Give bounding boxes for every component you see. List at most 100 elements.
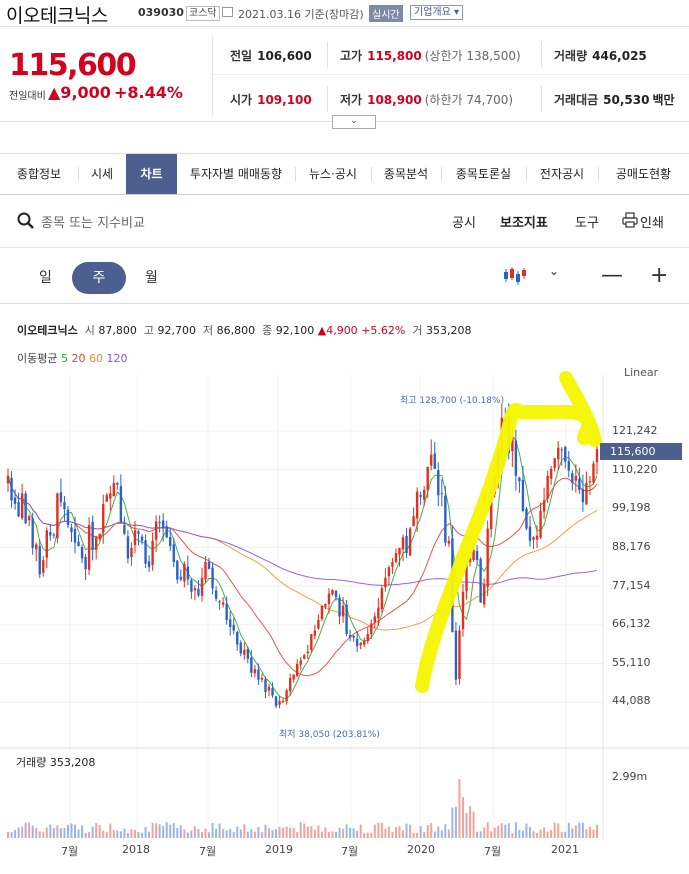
candle-body bbox=[281, 700, 285, 703]
candle-body bbox=[70, 527, 73, 533]
volume-bar bbox=[211, 822, 214, 838]
volume-bar bbox=[342, 829, 345, 838]
candle-body bbox=[535, 535, 539, 540]
candle-body bbox=[595, 449, 599, 463]
candle-body bbox=[285, 690, 288, 702]
candle-body bbox=[214, 590, 218, 599]
volume-tick: 2.99m bbox=[612, 770, 648, 783]
candle-body bbox=[405, 535, 408, 554]
volume-bar bbox=[514, 822, 517, 838]
candle-body bbox=[17, 501, 20, 517]
volume-bar bbox=[155, 823, 158, 838]
y-tick-label: 88,176 bbox=[612, 540, 651, 553]
scale-selector[interactable]: Linear bbox=[624, 366, 658, 379]
candle-body bbox=[355, 638, 359, 647]
candle-body bbox=[514, 440, 518, 476]
candle-body bbox=[528, 526, 532, 541]
candle-body bbox=[377, 607, 380, 619]
candle-body bbox=[218, 601, 221, 603]
candle-body bbox=[567, 461, 570, 471]
candle-body bbox=[581, 488, 585, 503]
candle-body bbox=[539, 510, 542, 538]
volume-bar bbox=[264, 824, 267, 838]
candle-body bbox=[419, 495, 422, 497]
candle-body bbox=[574, 475, 578, 481]
volume-bar bbox=[440, 830, 443, 838]
candle-body bbox=[592, 463, 595, 483]
candle-body bbox=[84, 557, 87, 569]
candle-body bbox=[557, 447, 560, 460]
volume-bar bbox=[98, 825, 101, 838]
candle-body bbox=[176, 560, 179, 580]
volume-bar bbox=[179, 825, 182, 838]
volume-bar bbox=[419, 826, 422, 838]
volume-bar bbox=[49, 824, 52, 838]
volume-bar bbox=[95, 823, 98, 838]
candle-body bbox=[486, 528, 489, 588]
volume-bar bbox=[588, 826, 591, 838]
candle-body bbox=[345, 604, 348, 635]
volume-bar bbox=[433, 831, 436, 838]
candle-body bbox=[341, 605, 345, 617]
volume-bar bbox=[363, 833, 366, 838]
candle-body bbox=[197, 588, 200, 596]
candle-body bbox=[549, 468, 553, 479]
volume-bar bbox=[490, 831, 493, 838]
volume-bar bbox=[190, 830, 193, 838]
volume-bar bbox=[518, 829, 521, 838]
candle-body bbox=[578, 478, 581, 490]
volume-bar bbox=[373, 824, 376, 838]
candle-body bbox=[384, 577, 387, 588]
volume-bar bbox=[250, 829, 253, 838]
volume-bar bbox=[66, 824, 69, 838]
candle-body bbox=[454, 630, 458, 680]
volume-bar bbox=[465, 813, 468, 838]
volume-bar bbox=[260, 832, 263, 838]
candle-body bbox=[458, 630, 461, 679]
volume-bar bbox=[278, 827, 281, 838]
candle-body bbox=[13, 497, 17, 504]
candle-body bbox=[317, 619, 320, 629]
candle-body bbox=[73, 529, 77, 543]
candle-body bbox=[447, 540, 451, 544]
y-tick-label: 55,110 bbox=[612, 656, 651, 669]
candle-body bbox=[518, 477, 521, 482]
candle-body bbox=[109, 493, 112, 499]
price-chart[interactable] bbox=[0, 0, 689, 874]
volume-bar bbox=[581, 822, 584, 838]
candle-body bbox=[225, 603, 228, 620]
y-tick-label: 66,132 bbox=[612, 617, 651, 630]
candle-body bbox=[102, 503, 105, 533]
volume-bar bbox=[148, 831, 151, 838]
volume-bar bbox=[186, 832, 189, 838]
volume-bar bbox=[525, 823, 528, 838]
candle-body bbox=[49, 532, 52, 536]
candle-body bbox=[20, 493, 24, 519]
candle-body bbox=[183, 563, 186, 582]
x-tick-label: 2019 bbox=[265, 843, 293, 856]
candle-body bbox=[320, 605, 324, 619]
candle-body bbox=[91, 521, 94, 550]
volume-bar bbox=[105, 832, 108, 838]
candle-body bbox=[271, 688, 274, 696]
volume-bar bbox=[391, 832, 394, 838]
volume-bar bbox=[345, 824, 348, 838]
volume-bar bbox=[130, 829, 133, 838]
volume-bar bbox=[59, 828, 62, 838]
volume-bar bbox=[253, 831, 256, 838]
volume-bar bbox=[109, 823, 112, 838]
candle-body bbox=[112, 482, 116, 496]
candle-body bbox=[327, 593, 331, 604]
candle-body bbox=[193, 588, 197, 591]
candle-body bbox=[257, 669, 260, 680]
volume-bar bbox=[141, 832, 144, 838]
volume-bar bbox=[56, 825, 59, 838]
volume-bar bbox=[338, 827, 341, 838]
volume-bar bbox=[447, 829, 450, 838]
volume-bar bbox=[352, 828, 355, 838]
volume-bar bbox=[405, 823, 408, 838]
volume-bar bbox=[567, 822, 570, 838]
candle-body bbox=[246, 648, 250, 659]
volume-bar bbox=[197, 829, 200, 838]
volume-bar bbox=[204, 828, 207, 838]
